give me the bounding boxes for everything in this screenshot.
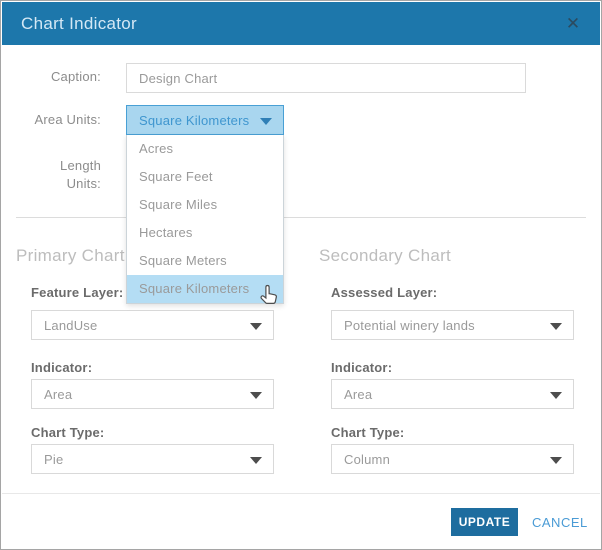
dropdown-option-square-meters[interactable]: Square Meters [127,247,283,275]
dialog-title: Chart Indicator [2,14,137,34]
secondary-chart-heading: Secondary Chart [319,246,451,266]
area-units-selected-value: Square Kilometers [127,113,249,128]
dropdown-option-square-feet[interactable]: Square Feet [127,163,283,191]
hand-pointer-cursor-icon [257,283,281,317]
caption-label: Caption: [1,69,101,84]
feature-layer-label: Feature Layer: [31,285,123,300]
secondary-indicator-label: Indicator: [331,360,392,375]
secondary-indicator-select[interactable]: Area [331,379,574,409]
chevron-down-icon [550,392,562,399]
dropdown-option-acres[interactable]: Acres [127,135,283,163]
dialog-header: Chart Indicator ✕ [2,2,600,45]
close-button[interactable]: ✕ [560,11,586,37]
assessed-layer-label: Assessed Layer: [331,285,437,300]
primary-indicator-select[interactable]: Area [31,379,274,409]
primary-chart-type-label: Chart Type: [31,425,104,440]
primary-indicator-label: Indicator: [31,360,92,375]
dropdown-option-square-kilometers[interactable]: Square Kilometers [127,275,283,303]
secondary-chart-type-label: Chart Type: [331,425,404,440]
feature-layer-select[interactable]: LandUse [31,310,274,340]
chevron-down-icon [250,392,262,399]
footer-divider [2,493,600,494]
dropdown-option-square-miles[interactable]: Square Miles [127,191,283,219]
caption-input[interactable] [126,63,526,93]
chevron-down-icon [550,457,562,464]
cancel-button[interactable]: CANCEL [532,515,588,530]
primary-chart-heading: Primary Chart [16,246,125,266]
close-icon: ✕ [566,14,580,34]
section-divider [16,217,586,218]
chevron-down-icon [250,457,262,464]
chevron-down-icon [260,118,272,125]
update-button[interactable]: UPDATE [451,508,518,536]
chart-indicator-dialog: Chart Indicator ✕ Caption: Area Units: S… [0,0,602,550]
area-units-label: Area Units: [1,112,101,127]
assessed-layer-select[interactable]: Potential winery lands [331,310,574,340]
chevron-down-icon [250,323,262,330]
chevron-down-icon [550,323,562,330]
length-units-label: Length Units: [1,157,101,193]
area-units-dropdown-list: Acres Square Feet Square Miles Hectares … [126,135,284,304]
secondary-chart-type-select[interactable]: Column [331,444,574,474]
dropdown-option-hectares[interactable]: Hectares [127,219,283,247]
area-units-select[interactable]: Square Kilometers [126,105,284,135]
primary-chart-type-select[interactable]: Pie [31,444,274,474]
